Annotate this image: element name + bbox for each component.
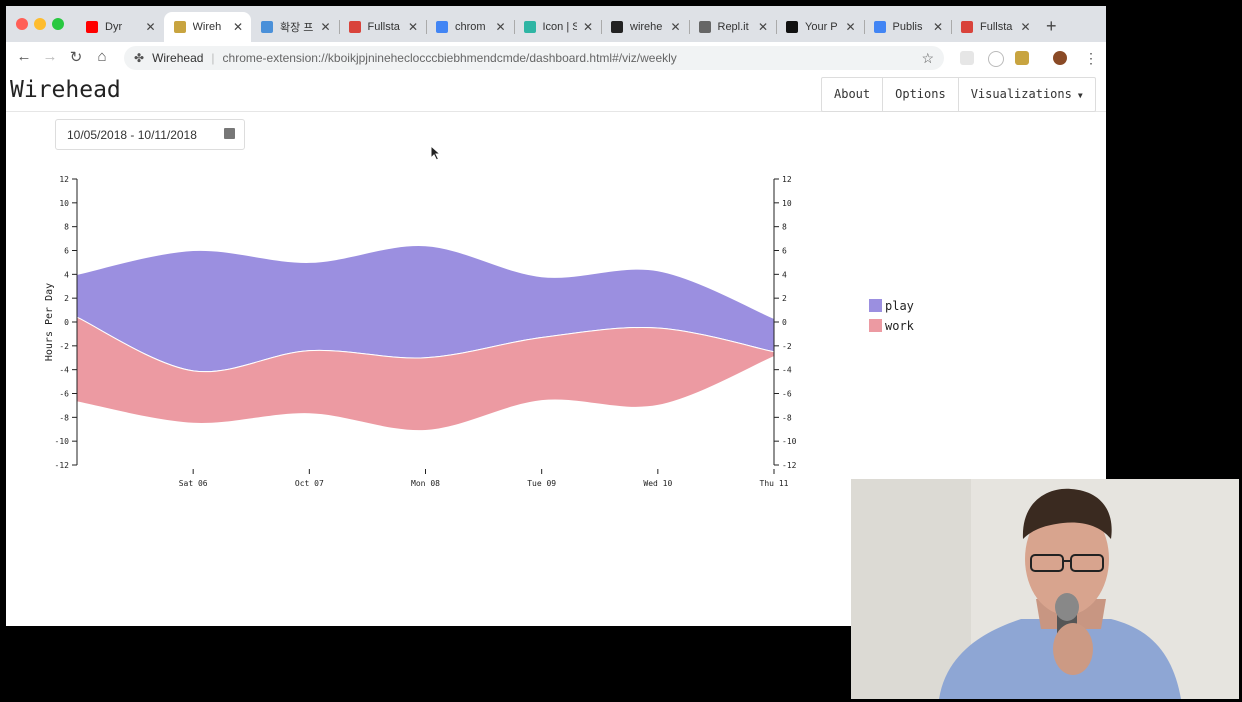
x-tick-label: Oct 07 xyxy=(295,479,324,488)
y-tick-label-right: -8 xyxy=(782,413,792,422)
y-tick-label-left: -10 xyxy=(55,437,70,446)
y-tick-label-left: -4 xyxy=(59,366,69,375)
presenter-video xyxy=(851,479,1239,699)
x-tick-label: Mon 08 xyxy=(411,479,440,488)
presenter-image xyxy=(851,479,1239,699)
legend-label-work: work xyxy=(885,319,915,333)
y-tick-label-left: 6 xyxy=(64,247,69,256)
y-tick-label-left: -8 xyxy=(59,413,69,422)
x-tick-label: Thu 11 xyxy=(760,479,789,488)
y-tick-label-right: -10 xyxy=(782,437,797,446)
y-tick-label-left: -2 xyxy=(59,342,69,351)
y-tick-label-left: 8 xyxy=(64,223,69,232)
y-tick-label-left: 4 xyxy=(64,270,69,279)
y-axis-label: Hours Per Day xyxy=(44,283,55,361)
y-tick-label-right: 2 xyxy=(782,294,787,303)
y-tick-label-right: 4 xyxy=(782,270,787,279)
y-tick-label-right: 6 xyxy=(782,247,787,256)
y-tick-label-right: 12 xyxy=(782,175,792,184)
legend-swatch-work xyxy=(869,319,882,332)
y-tick-label-left: 2 xyxy=(64,294,69,303)
y-tick-label-right: 10 xyxy=(782,199,792,208)
y-tick-label-right: 8 xyxy=(782,223,787,232)
y-tick-label-left: -12 xyxy=(55,461,70,470)
y-tick-label-left: 10 xyxy=(59,199,69,208)
y-tick-label-right: 0 xyxy=(782,318,787,327)
y-tick-label-right: -12 xyxy=(782,461,797,470)
x-tick-label: Wed 10 xyxy=(643,479,672,488)
y-tick-label-right: -4 xyxy=(782,366,792,375)
x-tick-label: Tue 09 xyxy=(527,479,556,488)
legend-swatch-play xyxy=(869,299,882,312)
y-tick-label-right: -2 xyxy=(782,342,792,351)
y-tick-label-left: -6 xyxy=(59,390,69,399)
y-tick-label-right: -6 xyxy=(782,390,792,399)
x-tick-label: Sat 06 xyxy=(179,479,208,488)
y-tick-label-left: 0 xyxy=(64,318,69,327)
y-tick-label-left: 12 xyxy=(59,175,69,184)
legend-label-play: play xyxy=(885,299,914,313)
